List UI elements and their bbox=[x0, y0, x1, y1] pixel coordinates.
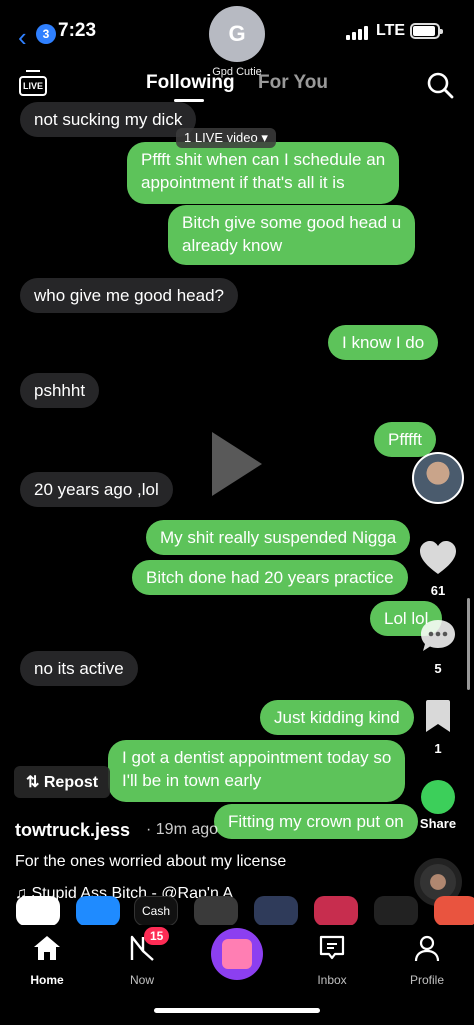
play-icon[interactable] bbox=[212, 432, 262, 496]
message-bubble-sent: Fitting my crown put on bbox=[214, 804, 418, 839]
message-line: appointment if that's all it is bbox=[141, 173, 345, 192]
like-count: 61 bbox=[430, 583, 446, 598]
post-caption[interactable]: For the ones worried about my license bbox=[15, 853, 286, 871]
message-bubble-sent: Just kidding kind bbox=[260, 700, 414, 735]
scrollbar[interactable] bbox=[467, 598, 470, 690]
inbox-icon bbox=[319, 935, 345, 960]
status-bar: ‹ 3 7:23 G LTE bbox=[0, 0, 474, 62]
nav-home[interactable]: Home bbox=[12, 933, 82, 987]
message-bubble-received: pshhht bbox=[20, 373, 100, 408]
profile-icon bbox=[414, 935, 440, 962]
nav-inbox[interactable]: Inbox bbox=[297, 933, 367, 987]
app-store-icon bbox=[76, 896, 120, 926]
contact-avatar[interactable]: G bbox=[209, 6, 265, 62]
create-button[interactable] bbox=[211, 928, 263, 980]
comment-icon bbox=[421, 620, 455, 651]
message-bubble-sent: I know I do bbox=[328, 325, 439, 360]
like-button[interactable]: 61 bbox=[416, 540, 460, 598]
post-time: · 19m ago bbox=[146, 821, 219, 838]
message-bubble-sent: My shit really suspended Nigga bbox=[146, 520, 411, 555]
clock: 7:23 bbox=[58, 20, 97, 41]
memoji-icon bbox=[254, 896, 298, 926]
message-bubble-sent: Pfffft bbox=[374, 422, 437, 457]
tab-for-you[interactable]: For You bbox=[258, 72, 328, 94]
message-line: Bitch give some good head u bbox=[182, 213, 402, 232]
repost-icon: ⇅ bbox=[26, 774, 40, 791]
nav-profile-label: Profile bbox=[409, 973, 444, 987]
nav-home-label: Home bbox=[30, 973, 64, 987]
cash-app-icon: Cash bbox=[134, 896, 178, 926]
tiktok-video-screen: ‹ 3 7:23 G LTE not sucking my dick Pffft… bbox=[0, 0, 474, 1025]
message-bubble-sent: Bitch give some good head u already know bbox=[168, 205, 416, 265]
create-icon bbox=[222, 939, 252, 969]
heart-app-icon bbox=[374, 896, 418, 926]
message-bubble-sent: I got a dentist appointment today so I'l… bbox=[108, 740, 406, 802]
message-line: already know bbox=[182, 236, 283, 255]
message-bubble-received: who give me good head? bbox=[20, 278, 238, 313]
cellular-signal-icon bbox=[346, 26, 372, 40]
author-username[interactable]: towtruck.jess bbox=[15, 820, 130, 841]
search-icon[interactable] bbox=[426, 71, 454, 99]
bookmark-icon bbox=[426, 700, 450, 732]
favorite-button[interactable]: 1 bbox=[416, 698, 460, 756]
comment-count: 5 bbox=[434, 661, 442, 676]
live-tv-icon[interactable]: LIVE bbox=[18, 70, 48, 100]
back-chevron-icon[interactable]: ‹ bbox=[18, 22, 27, 53]
message-bubble-sent: Pffft shit when can I schedule an appoin… bbox=[127, 142, 400, 204]
tab-following[interactable]: Following bbox=[146, 72, 235, 94]
home-indicator[interactable] bbox=[154, 1008, 320, 1013]
game-app-icon bbox=[434, 896, 474, 926]
message-bubble-received: not sucking my dick bbox=[20, 102, 197, 137]
nav-inbox-label: Inbox bbox=[317, 973, 347, 987]
creator-avatar[interactable] bbox=[412, 452, 464, 504]
message-bubble-sent: Bitch done had 20 years practice bbox=[132, 560, 408, 595]
search-app-icon bbox=[314, 896, 358, 926]
live-video-pill[interactable]: 1 LIVE video ▾ bbox=[176, 128, 276, 148]
memoji-icon bbox=[194, 896, 238, 926]
nav-profile[interactable]: Profile bbox=[392, 933, 462, 987]
message-line: Pffft shit when can I schedule an bbox=[141, 150, 386, 169]
share-label: Share bbox=[419, 816, 457, 831]
share-button[interactable]: Share bbox=[416, 780, 460, 831]
share-icon bbox=[421, 780, 455, 814]
message-bubble-received: no its active bbox=[20, 651, 138, 686]
battery-icon bbox=[410, 23, 443, 39]
notification-badge: 15 bbox=[144, 927, 170, 945]
message-line: I'll be in town early bbox=[122, 771, 262, 790]
back-count-badge: 3 bbox=[36, 24, 56, 44]
comment-button[interactable]: 5 bbox=[416, 618, 460, 676]
message-bubble-received: 20 years ago ,lol bbox=[20, 472, 173, 507]
home-icon bbox=[34, 936, 60, 960]
photos-icon bbox=[16, 896, 60, 926]
active-tab-indicator bbox=[174, 99, 204, 102]
network-type: LTE bbox=[376, 22, 406, 39]
favorite-count: 1 bbox=[434, 741, 442, 756]
repost-label: Repost bbox=[43, 774, 99, 791]
heart-icon bbox=[420, 541, 456, 574]
message-line: I got a dentist appointment today so bbox=[122, 748, 392, 767]
repost-button[interactable]: ⇅ Repost bbox=[14, 766, 111, 798]
nav-now-label: Now bbox=[129, 973, 154, 987]
live-label: LIVE bbox=[19, 76, 47, 96]
